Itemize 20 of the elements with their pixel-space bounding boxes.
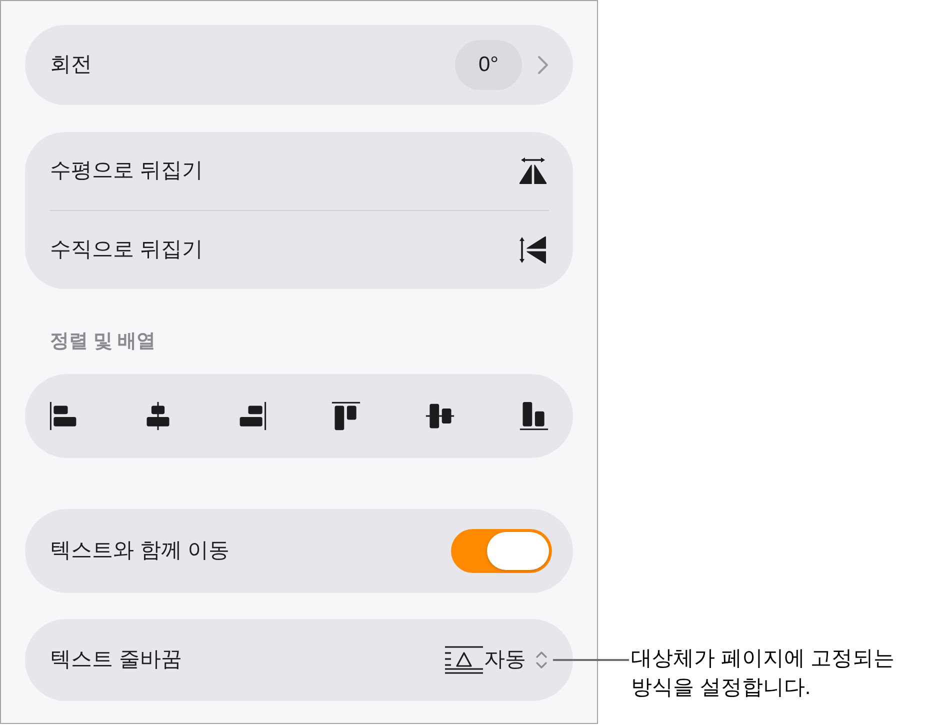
- flip-vertical-icon: [518, 235, 548, 265]
- text-wrap-label: 텍스트 줄바꿈: [50, 647, 183, 674]
- align-left-icon: [49, 401, 79, 431]
- toggle-label: 텍스트와 함께 이동: [50, 538, 231, 564]
- chevron-right-icon: [537, 55, 549, 75]
- section-heading: 정렬 및 배열: [49, 330, 157, 354]
- angle-value-button[interactable]: 0°: [455, 40, 522, 90]
- rotation-label: 회전: [50, 52, 93, 78]
- text-wrap-icon: [445, 645, 483, 675]
- toggle-switch[interactable]: [451, 529, 552, 573]
- align-right-icon: [237, 401, 267, 431]
- flip-horizontal-icon: [518, 156, 548, 186]
- up-down-chevron-icon: [535, 650, 548, 670]
- flip-button[interactable]: 수평으로 뒤집기: [25, 132, 573, 210]
- align-top-icon: [331, 401, 361, 431]
- align-middle-icon: [425, 401, 455, 431]
- wrap-mode-button[interactable]: 자동: [445, 644, 548, 676]
- callout-text: 대상체가 페이지에 고정되는 방식을 설정합니다.: [631, 646, 896, 701]
- align-bottom-icon: [519, 401, 549, 431]
- flip-button[interactable]: 수직으로 뒤집기: [25, 211, 573, 289]
